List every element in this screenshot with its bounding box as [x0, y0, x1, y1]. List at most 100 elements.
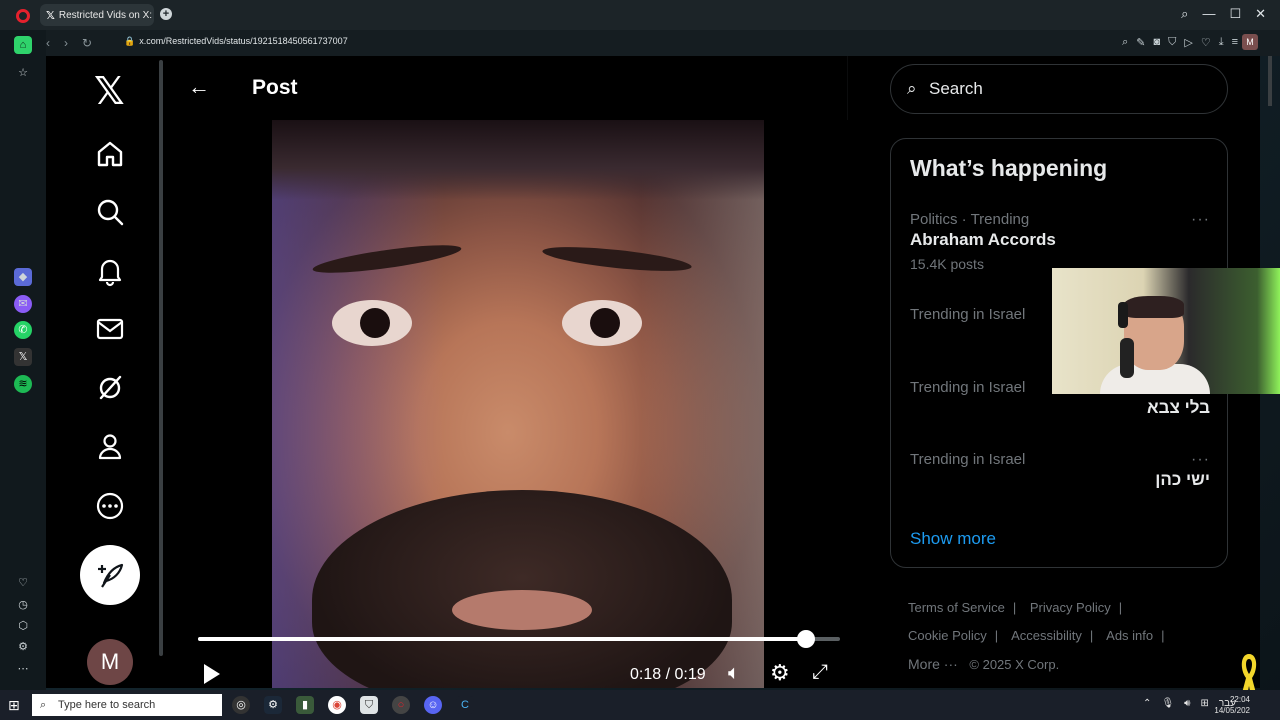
search-page-icon[interactable]: ⌕: [1122, 36, 1128, 49]
app-green-icon[interactable]: ▮: [296, 696, 314, 714]
ads-info-link[interactable]: Ads info: [1106, 628, 1153, 643]
trend-item[interactable]: Trending in Israel ישי כהן ···: [910, 451, 1210, 490]
edit-icon[interactable]: ✎: [1136, 36, 1145, 49]
cookie-link[interactable]: Cookie Policy: [908, 628, 987, 643]
steam-icon[interactable]: ⚙: [264, 696, 282, 714]
home-icon[interactable]: [94, 138, 126, 170]
compose-post-button[interactable]: [80, 545, 140, 605]
url-field[interactable]: 🔒 x.com/RestrictedVids/status/19215184505…: [124, 36, 348, 47]
settings-sidebar-icon[interactable]: ⚙: [14, 638, 32, 656]
back-nav-icon[interactable]: ‹: [46, 36, 50, 50]
privacy-link[interactable]: Privacy Policy: [1030, 600, 1111, 615]
minimize-button[interactable]: —: [1202, 6, 1215, 22]
x-favicon-icon: 𝕏: [46, 9, 55, 22]
trend-name: ישי כהן: [1155, 470, 1210, 489]
video-scrubber-handle[interactable]: [796, 630, 815, 648]
opera-logo-icon[interactable]: [16, 9, 30, 23]
favorites-icon[interactable]: ♡: [14, 574, 32, 592]
more-footer-link[interactable]: More ···: [908, 656, 958, 672]
trend-item[interactable]: Politics · Trending Abraham Accords 15.4…: [910, 211, 1210, 272]
chrome-icon[interactable]: ◉: [328, 696, 346, 714]
windows-taskbar: ⊞ ⌕ Type here to search ◎ ⚙ ▮ ◉ ⛉ ○ ☺ C …: [0, 690, 1280, 720]
terms-link[interactable]: Terms of Service: [908, 600, 1005, 615]
video-time: 0:18 / 0:19: [630, 666, 706, 683]
app-c-icon[interactable]: C: [456, 696, 474, 714]
play-ext-icon[interactable]: ▷: [1184, 36, 1192, 49]
x-logo-icon[interactable]: 𝕏: [94, 72, 125, 112]
x-sidebar-icon[interactable]: 𝕏: [14, 348, 32, 366]
fullscreen-icon[interactable]: ⤢: [812, 661, 828, 684]
video-right-eye: [562, 300, 642, 346]
feather-plus-icon: [98, 563, 124, 588]
forward-nav-icon[interactable]: ›: [64, 36, 68, 50]
tray-mic-icon[interactable]: 🎙︎: [1161, 698, 1174, 709]
account-avatar[interactable]: M: [87, 639, 133, 685]
tray-network-icon[interactable]: ⊞: [1200, 698, 1208, 709]
address-bar: ‹ › ↻ 🔒 x.com/RestrictedVids/status/19215…: [0, 30, 1280, 56]
video-progress-bar[interactable]: [198, 630, 840, 648]
shield-app-icon[interactable]: ⛉: [360, 696, 378, 714]
video-player[interactable]: 0:18 / 0:19 🔈︎ ⚙ ⤢: [188, 120, 848, 688]
cube-icon[interactable]: ⬡: [14, 617, 32, 635]
back-arrow-icon[interactable]: ←: [188, 74, 210, 100]
history-icon[interactable]: ◷: [14, 596, 32, 614]
whatsapp-icon[interactable]: ✆: [14, 321, 32, 339]
spotify-icon[interactable]: ≋: [14, 375, 32, 393]
heart-icon[interactable]: ♡: [1201, 36, 1211, 49]
video-settings-gear-icon[interactable]: ⚙: [770, 660, 790, 686]
shield-icon[interactable]: ⛉: [1168, 36, 1176, 49]
x-left-nav: 𝕏 M: [46, 56, 163, 688]
grok-slash-icon[interactable]: [94, 372, 126, 404]
lock-icon: 🔒: [124, 36, 136, 46]
download-icon[interactable]: ⤓: [1219, 36, 1224, 49]
accessibility-link[interactable]: Accessibility: [1011, 628, 1082, 643]
post-column: ← Post 0:18 / 0:19 🔈︎ ⚙ ⤢: [168, 56, 848, 688]
tray-chevron-icon[interactable]: ⌃: [1143, 698, 1151, 709]
taskbar-clock[interactable]: 22:04 14/05/202: [1214, 694, 1250, 716]
headset-icon: [1118, 302, 1128, 328]
maximize-button[interactable]: ☐: [1229, 6, 1241, 22]
browser-profile-avatar[interactable]: M: [1242, 34, 1258, 50]
search-input[interactable]: ⌕ Search: [890, 64, 1228, 114]
clock-date: 14/05/202: [1214, 706, 1250, 715]
browser-tab-active[interactable]: 𝕏 Restricted Vids on X: "A fa: [40, 4, 154, 26]
notifications-bell-icon[interactable]: [94, 255, 126, 287]
tab-search-icon[interactable]: ⌕: [1181, 6, 1188, 22]
windows-start-icon[interactable]: ⊞: [8, 697, 20, 714]
left-scrollbar[interactable]: [159, 60, 163, 656]
new-tab-button[interactable]: +: [160, 8, 172, 20]
aria-icon[interactable]: ⌂: [14, 36, 32, 54]
messenger-icon[interactable]: ✉: [14, 295, 32, 313]
trend-more-icon[interactable]: ···: [1191, 451, 1210, 469]
opera-taskbar-icon[interactable]: ○: [392, 696, 410, 714]
right-scrollbar[interactable]: [1268, 56, 1272, 106]
webcam-person-hair: [1124, 296, 1184, 318]
menu-icon[interactable]: ≡: [1232, 36, 1238, 49]
camera-icon[interactable]: ◙: [1153, 36, 1160, 49]
profile-icon[interactable]: [94, 430, 126, 462]
clock-time: 22:04: [1229, 695, 1250, 704]
tray-volume-icon[interactable]: 🔊︎: [1184, 698, 1190, 709]
more-sidebar-icon[interactable]: ⋯: [14, 660, 32, 678]
more-circle-icon[interactable]: [94, 490, 126, 522]
show-more-link[interactable]: Show more: [910, 529, 996, 549]
obs-icon[interactable]: ◎: [232, 696, 250, 714]
discord-icon[interactable]: ☺: [424, 696, 442, 714]
extension-app-icon[interactable]: ◆: [14, 268, 32, 286]
play-icon[interactable]: [204, 664, 220, 684]
search-icon: ⌕: [907, 79, 917, 98]
taskbar-search-input[interactable]: ⌕ Type here to search: [32, 694, 222, 716]
footer-links: Terms of Service | Privacy Policy | Cookie…: [908, 600, 1165, 672]
reload-icon[interactable]: ↻: [82, 36, 92, 50]
trend-context: Trending in Israel: [910, 451, 1026, 468]
video-mouth: [452, 590, 592, 630]
speed-dial-icon[interactable]: ☆: [14, 64, 32, 82]
volume-icon[interactable]: 🔈︎: [728, 662, 740, 685]
explore-search-icon[interactable]: [94, 196, 126, 228]
video-left-eye: [332, 300, 412, 346]
messages-mail-icon[interactable]: [94, 313, 126, 345]
trend-more-icon[interactable]: ···: [1191, 211, 1210, 229]
address-bar-icons: ⌕ ✎ ◙ ⛉ ▷ ♡ ⤓ ≡: [1122, 36, 1238, 49]
close-button[interactable]: ✕: [1255, 6, 1266, 22]
section-title: What’s happening: [910, 155, 1108, 181]
